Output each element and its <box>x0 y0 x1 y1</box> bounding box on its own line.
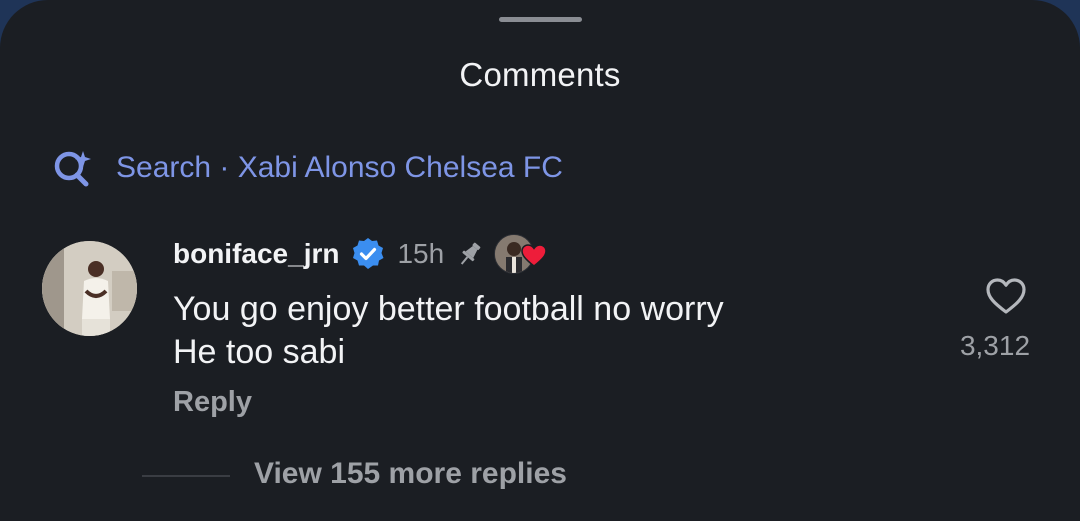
sheet-title: Comments <box>459 56 621 93</box>
heart-outline-icon[interactable] <box>984 276 1028 316</box>
reply-button[interactable]: Reply <box>173 386 252 419</box>
replies-divider <box>142 475 230 477</box>
comment-header: boniface_jrn 15h <box>173 232 547 276</box>
comment-line: You go enjoy better football no worry <box>173 290 724 328</box>
view-more-replies-button[interactable]: View 155 more replies <box>254 457 567 491</box>
search-suggestion[interactable]: Search · Xabi Alonso Chelsea FC <box>52 148 563 188</box>
comments-sheet: Comments Search · Xabi Alonso Chelsea FC… <box>0 0 1080 521</box>
search-query: Xabi Alonso Chelsea FC <box>237 151 563 184</box>
avatar[interactable] <box>42 241 137 336</box>
username[interactable]: boniface_jrn <box>173 238 339 270</box>
comment-line: He too sabi <box>173 333 345 371</box>
search-sparkle-icon <box>54 151 91 187</box>
red-heart-icon <box>521 244 547 267</box>
search-separator: · <box>211 151 238 184</box>
avatar-photo <box>42 241 137 336</box>
creator-liked-badge <box>494 232 547 276</box>
search-label: Search <box>116 151 212 184</box>
like-count: 3,312 <box>959 330 1031 361</box>
comment-time: 15h <box>397 238 445 269</box>
comment-text: You go enjoy better football no worry He… <box>173 288 724 374</box>
drag-handle[interactable] <box>499 17 582 22</box>
verified-badge-icon <box>353 238 384 269</box>
pin-icon <box>461 242 481 265</box>
